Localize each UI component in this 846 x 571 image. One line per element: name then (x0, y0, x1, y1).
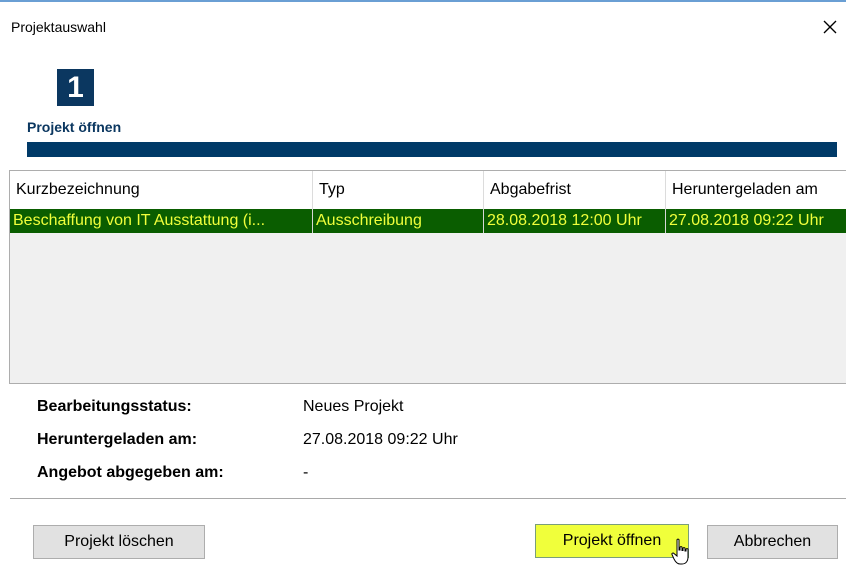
project-table[interactable]: Kurzbezeichnung Typ Abgabefrist Herunter… (9, 170, 846, 384)
window-title: Projektauswahl (11, 19, 106, 35)
wizard-step-label: Projekt öffnen (27, 119, 122, 135)
open-project-button[interactable]: Projekt öffnen (535, 524, 689, 558)
status-value-angebot: - (303, 464, 309, 481)
status-value-heruntergeladen: 27.08.2018 09:22 Uhr (303, 431, 458, 448)
cancel-button[interactable]: Abbrechen (707, 525, 838, 559)
status-label-bearbeitungsstatus: Bearbeitungsstatus: (37, 398, 192, 415)
column-header-abgabefrist[interactable]: Abgabefrist (484, 171, 666, 209)
close-icon[interactable] (820, 17, 840, 37)
window-top-border (0, 0, 846, 2)
table-header: Kurzbezeichnung Typ Abgabefrist Herunter… (10, 171, 846, 209)
wizard-progress-bar (27, 142, 837, 157)
cell-typ: Ausschreibung (313, 209, 484, 233)
column-header-kurzbezeichnung[interactable]: Kurzbezeichnung (10, 171, 313, 209)
delete-project-button[interactable]: Projekt löschen (33, 525, 205, 559)
cell-heruntergeladen: 27.08.2018 09:22 Uhr (666, 209, 846, 233)
cell-kurzbezeichnung: Beschaffung von IT Ausstattung (i... (10, 209, 313, 233)
footer-divider (10, 498, 846, 499)
cell-abgabefrist: 28.08.2018 12:00 Uhr (484, 209, 666, 233)
table-row[interactable]: Beschaffung von IT Ausstattung (i... Aus… (10, 209, 846, 233)
hand-cursor-icon (671, 538, 691, 571)
wizard-step-number: 1 (57, 69, 94, 106)
status-value-bearbeitungsstatus: Neues Projekt (303, 398, 404, 415)
status-label-angebot: Angebot abgegeben am: (37, 464, 224, 481)
status-label-heruntergeladen: Heruntergeladen am: (37, 431, 198, 448)
column-header-heruntergeladen[interactable]: Heruntergeladen am (666, 171, 846, 209)
column-header-typ[interactable]: Typ (313, 171, 484, 209)
